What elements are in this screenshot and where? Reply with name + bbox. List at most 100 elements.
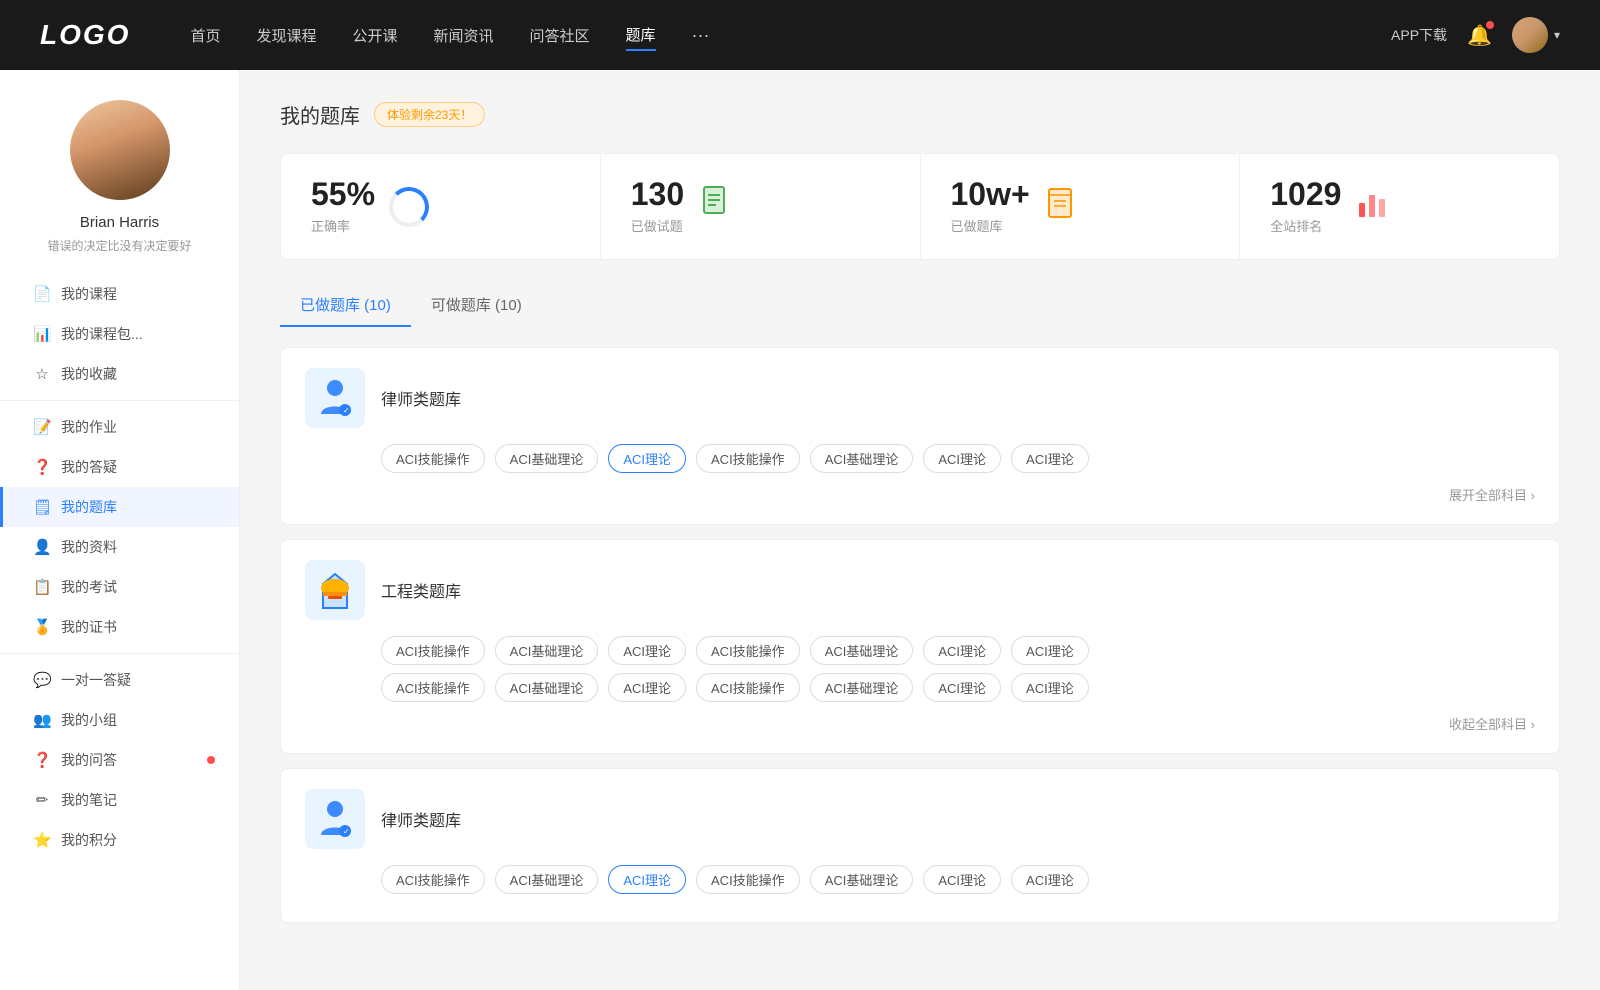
tag[interactable]: ACI理论	[1011, 865, 1089, 894]
question-bank-icon: 🗒	[33, 498, 51, 516]
stat-content: 130 已做试题	[631, 178, 684, 235]
tag[interactable]: ACI基础理论	[495, 673, 599, 702]
tag[interactable]: ACI理论	[1011, 444, 1089, 473]
sidebar-item-notes[interactable]: ✏ 我的笔记	[0, 780, 239, 820]
sidebar-item-exam[interactable]: 📋 我的考试	[0, 567, 239, 607]
sidebar-item-homework[interactable]: 📝 我的作业	[0, 407, 239, 447]
nav-open-course[interactable]: 公开课	[352, 21, 397, 50]
tag[interactable]: ACI技能操作	[696, 865, 800, 894]
tag[interactable]: ACI基础理论	[810, 444, 914, 473]
sidebar-item-label: 我的资料	[61, 537, 117, 557]
tag-active[interactable]: ACI理论	[608, 865, 686, 894]
sidebar-item-label: 我的答疑	[61, 457, 117, 477]
notification-bell[interactable]: 🔔	[1467, 23, 1492, 48]
tag[interactable]: ACI基础理论	[495, 444, 599, 473]
nav-news[interactable]: 新闻资讯	[434, 21, 494, 50]
sidebar-item-my-questions[interactable]: ❓ 我的问答	[0, 740, 239, 780]
bank-card-lawyer-1: ✓ 律师类题库 ACI技能操作 ACI基础理论 ACI理论 ACI技能操作 AC…	[280, 347, 1560, 525]
tag[interactable]: ACI技能操作	[381, 444, 485, 473]
sidebar-item-my-info[interactable]: 👤 我的资料	[0, 527, 239, 567]
stat-label-rank: 全站排名	[1270, 216, 1341, 235]
groups-icon: 👥	[33, 711, 51, 729]
nav-more[interactable]: ···	[692, 25, 710, 46]
sidebar-item-course-packages[interactable]: 📊 我的课程包...	[0, 314, 239, 354]
favorites-icon: ☆	[33, 365, 51, 383]
avatar	[1512, 17, 1548, 53]
tag[interactable]: ACI理论	[608, 636, 686, 665]
sidebar-item-groups[interactable]: 👥 我的小组	[0, 700, 239, 740]
sidebar-item-favorites[interactable]: ☆ 我的收藏	[0, 354, 239, 394]
nav-question-bank[interactable]: 题库	[626, 20, 656, 51]
stat-label-accuracy: 正确率	[311, 216, 375, 235]
tag[interactable]: ACI理论	[1011, 673, 1089, 702]
sidebar-item-label: 一对一答疑	[61, 670, 131, 690]
avatar-image	[1512, 17, 1548, 53]
bank-icon-lawyer: ✓	[305, 368, 365, 428]
logo[interactable]: LOGO	[40, 19, 130, 51]
app-download-link[interactable]: APP下载	[1391, 25, 1447, 45]
sidebar-item-label: 我的证书	[61, 617, 117, 637]
sidebar-item-label: 我的课程	[61, 284, 117, 304]
sidebar-item-question-bank[interactable]: 🗒 我的题库	[0, 487, 239, 527]
tags-row-engineer-2: ACI技能操作 ACI基础理论 ACI理论 ACI技能操作 ACI基础理论 AC…	[305, 673, 1535, 702]
tag[interactable]: ACI理论	[1011, 636, 1089, 665]
tag[interactable]: ACI基础理论	[810, 865, 914, 894]
nav-home[interactable]: 首页	[190, 21, 220, 50]
notification-dot	[1486, 21, 1494, 29]
tag[interactable]: ACI技能操作	[696, 673, 800, 702]
main-layout: Brian Harris 错误的决定比没有决定要好 📄 我的课程 📊 我的课程包…	[0, 70, 1600, 990]
stat-value-banks: 10w+	[951, 178, 1030, 210]
tag[interactable]: ACI技能操作	[381, 636, 485, 665]
exam-icon: 📋	[33, 578, 51, 596]
tag-active[interactable]: ACI理论	[608, 444, 686, 473]
sidebar-item-qa[interactable]: ❓ 我的答疑	[0, 447, 239, 487]
sidebar-item-points[interactable]: ⭐ 我的积分	[0, 820, 239, 860]
tag[interactable]: ACI技能操作	[696, 444, 800, 473]
sidebar-item-my-courses[interactable]: 📄 我的课程	[0, 274, 239, 314]
page-title: 我的题库	[280, 100, 360, 129]
tab-done-banks[interactable]: 已做题库 (10)	[280, 284, 411, 327]
collapse-link-engineer[interactable]: 收起全部科目 ›	[305, 710, 1535, 733]
avatar-image-large	[70, 100, 170, 200]
doc-icon	[698, 185, 734, 228]
sidebar-item-label: 我的收藏	[61, 364, 117, 384]
accuracy-progress-ring	[389, 187, 429, 227]
tag[interactable]: ACI理论	[923, 865, 1001, 894]
tag[interactable]: ACI基础理论	[495, 865, 599, 894]
tag[interactable]: ACI理论	[923, 444, 1001, 473]
user-avatar-menu[interactable]: ▾	[1512, 17, 1560, 53]
sidebar-divider-1	[0, 400, 239, 401]
tag[interactable]: ACI技能操作	[381, 865, 485, 894]
tags-row-lawyer-2: ACI技能操作 ACI基础理论 ACI理论 ACI技能操作 ACI基础理论 AC…	[305, 865, 1535, 894]
tag[interactable]: ACI技能操作	[696, 636, 800, 665]
tag[interactable]: ACI基础理论	[810, 636, 914, 665]
bank-icon-lawyer-2: ✓	[305, 789, 365, 849]
bank-card-engineer: 工程类题库 ACI技能操作 ACI基础理论 ACI理论 ACI技能操作 ACI基…	[280, 539, 1560, 754]
tag[interactable]: ACI技能操作	[381, 673, 485, 702]
bank-card-header: ✓ 律师类题库	[305, 368, 1535, 428]
stat-label-done: 已做试题	[631, 216, 684, 235]
stat-label-banks: 已做题库	[951, 216, 1030, 235]
bank-icon-engineer	[305, 560, 365, 620]
expand-link-lawyer-1[interactable]: 展开全部科目 ›	[305, 481, 1535, 504]
tag[interactable]: ACI理论	[923, 636, 1001, 665]
notes-icon: ✏	[33, 791, 51, 809]
tab-available-banks[interactable]: 可做题库 (10)	[411, 284, 542, 327]
sidebar-item-certificate[interactable]: 🏅 我的证书	[0, 607, 239, 647]
stat-value-rank: 1029	[1270, 178, 1341, 210]
questions-notification-dot	[207, 756, 215, 764]
tags-row-engineer-1: ACI技能操作 ACI基础理论 ACI理论 ACI技能操作 ACI基础理论 AC…	[305, 636, 1535, 665]
nav-discover[interactable]: 发现课程	[256, 21, 316, 50]
bank-card-header: 工程类题库	[305, 560, 1535, 620]
stat-content: 55% 正确率	[311, 178, 375, 235]
nav-menu: 首页 发现课程 公开课 新闻资讯 问答社区 题库 ···	[190, 20, 1391, 51]
tag[interactable]: ACI基础理论	[810, 673, 914, 702]
tag[interactable]: ACI理论	[923, 673, 1001, 702]
navbar: LOGO 首页 发现课程 公开课 新闻资讯 问答社区 题库 ··· APP下载 …	[0, 0, 1600, 70]
sidebar-item-one-on-one[interactable]: 💬 一对一答疑	[0, 660, 239, 700]
dropdown-arrow[interactable]: ▾	[1554, 28, 1560, 42]
tag[interactable]: ACI理论	[608, 673, 686, 702]
profile-avatar	[70, 100, 170, 200]
tag[interactable]: ACI基础理论	[495, 636, 599, 665]
nav-qa[interactable]: 问答社区	[530, 21, 590, 50]
